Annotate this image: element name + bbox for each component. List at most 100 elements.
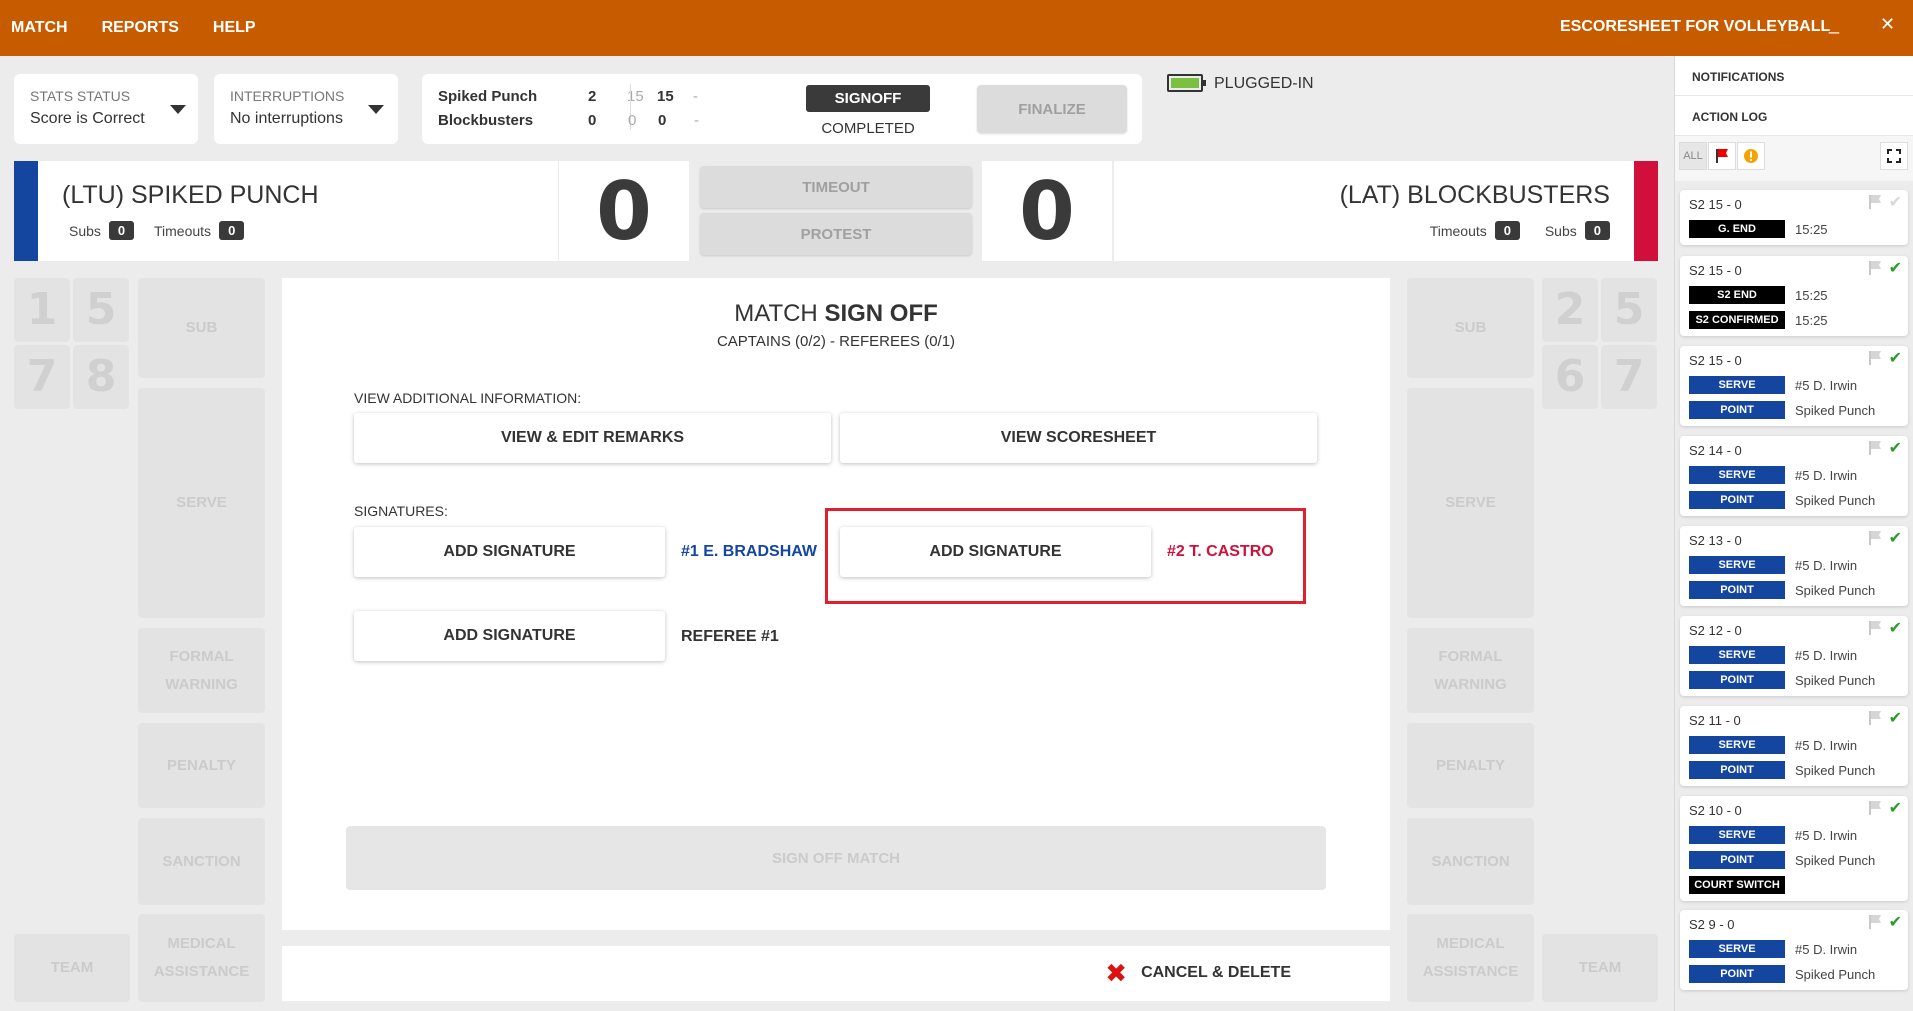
finalize-button[interactable]: FINALIZE — [977, 85, 1127, 133]
team1-set3: - — [693, 88, 698, 105]
log-event: SERVE #5 D. Irwin — [1689, 826, 1857, 844]
check-icon: ✔ — [1888, 194, 1902, 211]
right-medical-assistance-button[interactable]: MEDICAL ASSISTANCE — [1407, 914, 1534, 1002]
nav-help[interactable]: HELP — [202, 19, 267, 37]
referee-name: REFEREE #1 — [681, 628, 779, 645]
close-button[interactable]: ✕ — [1880, 14, 1895, 35]
right-team-button[interactable]: TEAM — [1542, 934, 1658, 1002]
flag-icon[interactable] — [1868, 914, 1882, 930]
left-player-1[interactable]: 1 — [14, 278, 70, 342]
captain1-name: #1 E. BRADSHAW — [681, 543, 818, 560]
view-edit-remarks-button[interactable]: VIEW & EDIT REMARKS — [354, 413, 831, 463]
event-detail: #5 D. Irwin — [1795, 467, 1858, 483]
check-icon: ✔ — [1888, 620, 1902, 637]
flag-icon[interactable] — [1868, 620, 1882, 636]
right-player-7[interactable]: 7 — [1601, 345, 1657, 409]
right-player-6[interactable]: 6 — [1542, 345, 1598, 409]
team1-summary-row: Spiked Punch 2 15 15 - — [438, 84, 698, 130]
flag-icon[interactable] — [1868, 800, 1882, 816]
captain2-add-signature-button[interactable]: ADD SIGNATURE — [840, 527, 1151, 577]
log-entry[interactable]: S2 13 - 0 ✔ SERVE #5 D. Irwin POINT Spiked Pu… — [1680, 526, 1908, 606]
right-sanction-button[interactable]: SANCTION — [1407, 818, 1534, 905]
log-event: SERVE #5 D. Irwin — [1689, 646, 1857, 664]
log-entry[interactable]: S2 15 - 0 ✔ SERVE #5 D. Irwin POINT Spiked Pu… — [1680, 346, 1908, 426]
nav-reports[interactable]: REPORTS — [91, 19, 190, 37]
flag-icon[interactable] — [1868, 530, 1882, 546]
log-entry-score: S2 9 - 0 — [1689, 917, 1735, 932]
right-serve-button[interactable]: SERVE — [1407, 388, 1534, 618]
filter-all-button[interactable]: ALL — [1679, 142, 1707, 170]
filter-flag-button[interactable] — [1708, 142, 1736, 170]
protest-button[interactable]: PROTEST — [700, 213, 972, 255]
team2-set1: 0 — [628, 112, 637, 129]
right-sub-button[interactable]: SUB — [1407, 278, 1534, 378]
right-penalty-button[interactable]: PENALTY — [1407, 723, 1534, 808]
flag-icon — [1716, 149, 1728, 163]
captain1-add-signature-button[interactable]: ADD SIGNATURE — [354, 527, 665, 577]
minimize-button[interactable]: _ — [1829, 14, 1839, 35]
left-sub-button[interactable]: SUB — [138, 278, 265, 378]
event-detail: Spiked Punch — [1795, 582, 1876, 598]
event-type-badge: SERVE — [1689, 376, 1785, 394]
team2-summary-name: Blockbusters — [438, 112, 534, 129]
notifications-tab[interactable]: NOTIFICATIONS — [1675, 56, 1913, 96]
event-type-badge: SERVE — [1689, 826, 1785, 844]
filter-warning-button[interactable] — [1737, 142, 1765, 170]
left-team-subs: Subs 0 — [69, 221, 135, 240]
event-type-badge: POINT — [1689, 671, 1785, 689]
right-formal-warning-button[interactable]: FORMAL WARNING — [1407, 628, 1534, 713]
log-event: SERVE #5 D. Irwin — [1689, 376, 1857, 394]
event-type-badge: POINT — [1689, 965, 1785, 983]
flag-icon[interactable] — [1868, 260, 1882, 276]
flag-icon[interactable] — [1868, 710, 1882, 726]
referee-add-signature-button[interactable]: ADD SIGNATURE — [354, 611, 665, 661]
left-sanction-button[interactable]: SANCTION — [138, 818, 265, 905]
log-entry[interactable]: S2 9 - 0 ✔ SERVE #5 D. Irwin POINT Spiked Pun… — [1680, 910, 1908, 990]
view-scoresheet-button[interactable]: VIEW SCORESHEET — [840, 413, 1317, 463]
left-player-5[interactable]: 5 — [73, 278, 129, 342]
log-entry-score: S2 15 - 0 — [1689, 263, 1742, 278]
close-icon: ✖ — [1105, 958, 1128, 988]
log-entry[interactable]: S2 15 - 0 ✔ G. END 15:25 — [1680, 190, 1908, 245]
left-serve-button[interactable]: SERVE — [138, 388, 265, 618]
flag-icon[interactable] — [1868, 350, 1882, 366]
action-log-tab[interactable]: ACTION LOG — [1675, 96, 1913, 136]
right-player-2[interactable]: 2 — [1542, 278, 1598, 342]
signoff-badge: SIGNOFF — [806, 85, 930, 112]
log-event: POINT Spiked Punch — [1689, 581, 1875, 599]
right-player-5[interactable]: 5 — [1601, 278, 1657, 342]
event-detail: Spiked Punch — [1795, 762, 1876, 778]
nav-match[interactable]: MATCH — [0, 19, 79, 37]
log-entry[interactable]: S2 15 - 0 ✔ S2 END 15:25 S2 CONFIRMED 15:25 — [1680, 256, 1908, 336]
flag-icon[interactable] — [1868, 440, 1882, 456]
right-team-timeouts: Timeouts 0 — [1430, 221, 1520, 240]
event-type-badge: SERVE — [1689, 466, 1785, 484]
sign-off-panel: MATCH SIGN OFF CAPTAINS (0/2) - REFEREES… — [282, 278, 1390, 930]
log-entry[interactable]: S2 14 - 0 ✔ SERVE #5 D. Irwin POINT Spiked Pu… — [1680, 436, 1908, 516]
fullscreen-button[interactable] — [1880, 142, 1908, 170]
left-formal-warning-button[interactable]: FORMAL WARNING — [138, 628, 265, 713]
signature-progress: CAPTAINS (0/2) - REFEREES (0/1) — [716, 333, 956, 350]
cancel-delete-button[interactable]: ✖ CANCEL & DELETE — [1105, 958, 1291, 988]
left-medical-assistance-button[interactable]: MEDICAL ASSISTANCE — [138, 914, 265, 1002]
timeout-button[interactable]: TIMEOUT — [700, 166, 972, 208]
right-timeouts-count: 0 — [1494, 221, 1520, 240]
interruptions-dropdown[interactable]: INTERRUPTIONS No interruptions — [214, 74, 398, 144]
event-type-badge: POINT — [1689, 401, 1785, 419]
log-entry-score: S2 15 - 0 — [1689, 353, 1742, 368]
log-entry[interactable]: S2 11 - 0 ✔ SERVE #5 D. Irwin POINT Spiked Pu… — [1680, 706, 1908, 786]
stats-status-dropdown[interactable]: STATS STATUS Score is Correct — [14, 74, 198, 144]
right-team-subs: Subs 0 — [1545, 221, 1610, 240]
sign-off-match-button[interactable]: SIGN OFF MATCH — [346, 826, 1326, 890]
left-player-7[interactable]: 7 — [14, 345, 70, 409]
event-detail: Spiked Punch — [1795, 966, 1876, 982]
log-entry[interactable]: S2 10 - 0 ✔ SERVE #5 D. Irwin POINT Spiked Pu… — [1680, 796, 1908, 901]
flag-icon[interactable] — [1868, 194, 1882, 210]
log-entry[interactable]: S2 12 - 0 ✔ SERVE #5 D. Irwin POINT Spiked Pu… — [1680, 616, 1908, 696]
log-event: S2 CONFIRMED 15:25 — [1689, 311, 1828, 329]
left-player-8[interactable]: 8 — [73, 345, 129, 409]
team2-summary-row: Blockbusters 0 0 0 - — [438, 112, 699, 129]
event-type-badge: SERVE — [1689, 940, 1785, 958]
left-penalty-button[interactable]: PENALTY — [138, 723, 265, 808]
left-team-button[interactable]: TEAM — [14, 934, 130, 1002]
